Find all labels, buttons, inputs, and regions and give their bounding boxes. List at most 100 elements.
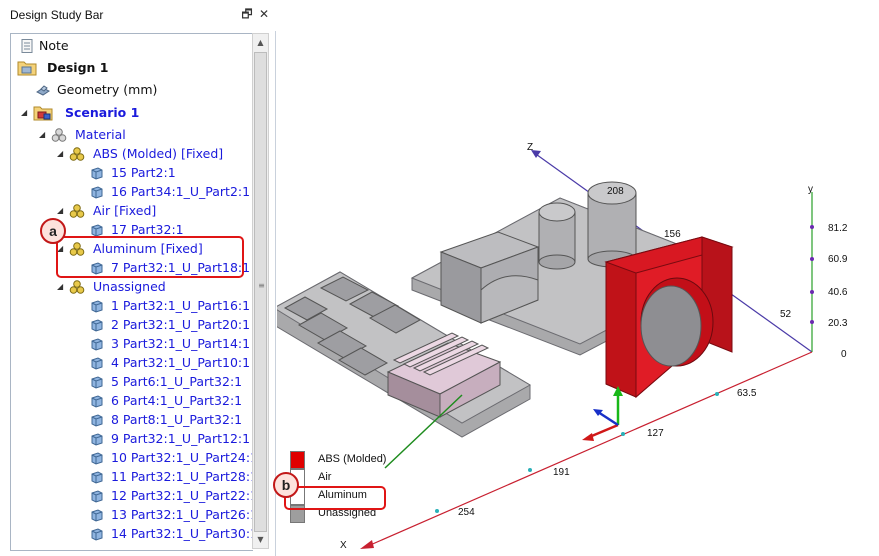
tree-item-part[interactable]: 3 Part32:1_U_Part14:1 — [11, 334, 251, 353]
x-tick-label: 127 — [647, 428, 664, 439]
grip-icon: ≡ — [258, 281, 265, 290]
part-icon — [91, 319, 103, 332]
part-icon — [91, 433, 103, 446]
collapse-icon[interactable]: ◢ — [57, 277, 67, 296]
x-tick-label: 191 — [553, 467, 570, 478]
part-label: 15 Part2:1 — [111, 165, 176, 180]
tree-item-material-group[interactable]: ◢ Air [Fixed] — [11, 201, 251, 220]
tree-item-part[interactable]: 13 Part32:1_U_Part26:1 — [11, 505, 253, 524]
panel-titlebar: Design Study Bar 🗗 ✕ — [0, 0, 276, 31]
collapse-icon[interactable]: ◢ — [57, 144, 67, 163]
note-icon — [21, 39, 33, 53]
tree-item-part[interactable]: 16 Part34:1_U_Part2:1 — [11, 182, 251, 201]
part-icon — [91, 414, 103, 427]
callout-a-highlight — [56, 236, 244, 278]
fan-housing[interactable] — [604, 236, 734, 399]
tree-item-part[interactable]: 4 Part32:1_U_Part10:1 — [11, 353, 251, 372]
x-tick-label: 63.5 — [737, 388, 757, 399]
x-axis-arrow — [360, 540, 374, 549]
part-label: 2 Part32:1_U_Part20:1 — [111, 317, 251, 332]
callout-b-highlight — [284, 486, 386, 510]
part-icon — [91, 300, 103, 313]
tree-item-part[interactable]: 2 Part32:1_U_Part20:1 — [11, 315, 251, 334]
design-folder-icon — [17, 61, 37, 76]
material-group-icon — [69, 204, 85, 218]
dimension-label: 52 — [780, 309, 792, 320]
tree-item-part[interactable]: 5 Part6:1_U_Part32:1 — [11, 372, 251, 391]
callout-a-marker: a — [40, 218, 66, 244]
scrollbar-thumb[interactable]: ≡ — [254, 52, 267, 532]
scroll-down-icon[interactable]: ▼ — [253, 531, 268, 548]
design-study-bar: Design Study Bar 🗗 ✕ Note Design 1 Geome… — [0, 0, 276, 556]
note-label: Note — [39, 38, 69, 53]
material-group-label: Unassigned — [93, 279, 166, 294]
scenario-folder-icon — [33, 106, 53, 121]
material-group-icon — [69, 147, 85, 161]
callout-b-marker: b — [273, 472, 299, 498]
y-tick-label: 0 — [841, 349, 847, 360]
tree-item-part[interactable]: 6 Part4:1_U_Part32:1 — [11, 391, 251, 410]
part-label: 6 Part4:1_U_Part32:1 — [111, 393, 243, 408]
tree-scrollbar[interactable]: ▲ ≡ ▼ — [252, 33, 269, 549]
design-label: Design 1 — [47, 60, 109, 75]
part-label: 11 Part32:1_U_Part28:1 — [111, 469, 253, 484]
geometry-icon — [36, 85, 50, 96]
y-tick-label: 81.2 — [828, 223, 848, 234]
tree-item-part[interactable]: 11 Part32:1_U_Part28:1 — [11, 467, 253, 486]
tree-item-part[interactable]: 1 Part32:1_U_Part16:1 — [11, 296, 251, 315]
tree-item-scenario[interactable]: ◢ Scenario 1 — [11, 103, 251, 122]
close-icon[interactable]: ✕ — [257, 7, 271, 21]
part-label: 8 Part8:1_U_Part32:1 — [111, 412, 243, 427]
part-label: 3 Part32:1_U_Part14:1 — [111, 336, 251, 351]
tree-item-note[interactable]: Note — [11, 36, 251, 55]
dimension-label: 156 — [664, 229, 681, 240]
part-icon — [91, 376, 103, 389]
part-icon — [91, 490, 103, 503]
cylinder-small[interactable] — [538, 202, 576, 270]
y-tick-label: 60.9 — [828, 254, 848, 265]
part-icon — [91, 452, 103, 465]
part-label: 9 Part32:1_U_Part12:1 — [111, 431, 251, 446]
tree-item-material-group[interactable]: ◢ Unassigned — [11, 277, 251, 296]
panel-title: Design Study Bar — [10, 8, 104, 22]
material-group-label: ABS (Molded) [Fixed] — [93, 146, 224, 161]
part-icon — [91, 186, 103, 199]
scenario-label: Scenario 1 — [65, 105, 140, 120]
legend-item: Air — [290, 469, 390, 487]
tree-item-part[interactable]: 14 Part32:1_U_Part30:1 — [11, 524, 253, 543]
tree-item-part[interactable]: 12 Part32:1_U_Part22:1 — [11, 486, 253, 505]
scroll-up-icon[interactable]: ▲ — [253, 34, 268, 51]
tree-item-part[interactable]: 9 Part32:1_U_Part12:1 — [11, 429, 251, 448]
collapse-icon[interactable]: ◢ — [57, 201, 67, 220]
part-icon — [91, 471, 103, 484]
z-axis-label: Z — [527, 142, 534, 153]
part-label: 1 Part32:1_U_Part16:1 — [111, 298, 251, 313]
part-icon — [91, 528, 103, 541]
y-axis-label: y — [808, 184, 813, 195]
tree-item-material-group[interactable]: ◢ ABS (Molded) [Fixed] — [11, 144, 251, 163]
part-label: 4 Part32:1_U_Part10:1 — [111, 355, 251, 370]
material-icon — [51, 128, 67, 142]
tree-item-part[interactable]: 15 Part2:1 — [11, 163, 251, 182]
collapse-icon[interactable]: ◢ — [21, 103, 31, 122]
tree-item-design[interactable]: Design 1 — [11, 58, 251, 77]
tree-item-part[interactable]: 8 Part8:1_U_Part32:1 — [11, 410, 251, 429]
orientation-triad[interactable] — [582, 386, 623, 441]
study-tree: Note Design 1 Geometry (mm) ◢ Scenario 1… — [10, 33, 253, 551]
x-tick-label: 254 — [458, 507, 475, 518]
part-label: 10 Part32:1_U_Part24:1 — [111, 450, 253, 465]
material-label: Material — [75, 127, 126, 142]
y-tick-label: 40.6 — [828, 287, 848, 298]
collapse-icon[interactable]: ◢ — [39, 125, 49, 144]
tree-item-part[interactable]: 10 Part32:1_U_Part24:1 — [11, 448, 253, 467]
tree-item-geometry[interactable]: Geometry (mm) — [11, 80, 251, 99]
material-group-icon — [69, 280, 85, 294]
tree-item-material[interactable]: ◢ Material — [11, 125, 251, 144]
restore-icon[interactable]: 🗗 — [240, 7, 254, 21]
part-icon — [91, 357, 103, 370]
part-label: 16 Part34:1_U_Part2:1 — [111, 184, 251, 199]
x-axis-label: X — [340, 540, 347, 551]
part-icon — [91, 395, 103, 408]
legend-label: ABS (Molded) — [318, 453, 387, 465]
y-tick-label: 20.3 — [828, 318, 848, 329]
